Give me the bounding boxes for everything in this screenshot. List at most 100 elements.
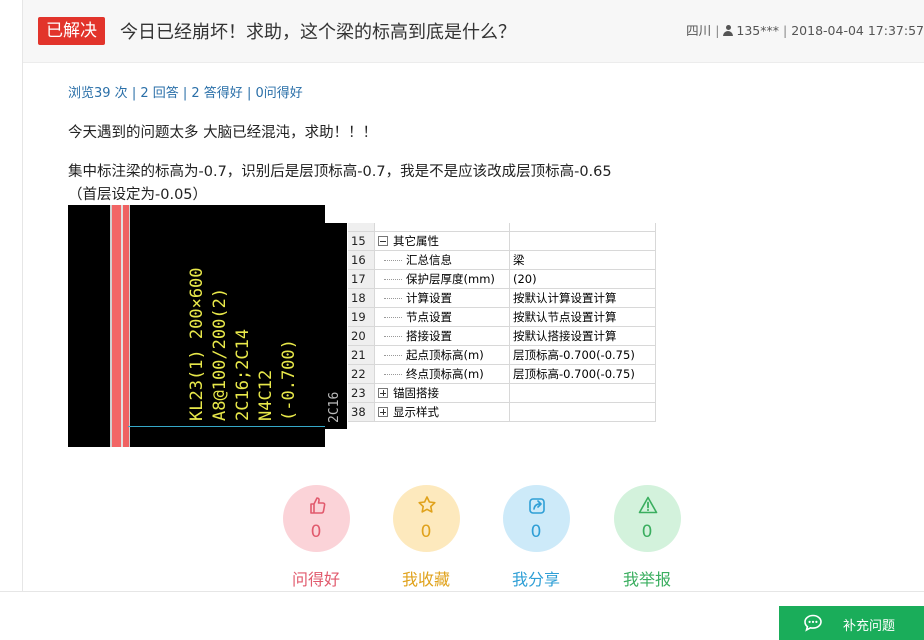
user-icon [723,25,734,36]
property-row[interactable]: 22 终点顶标高(m) 层顶标高-0.700(-0.75) [348,364,656,384]
cad-beam-annotation: KL23(1) 200×600 A8@100/200(2) 2C16;2C14 … [186,267,301,421]
action-circle[interactable]: 0 [392,485,460,552]
collapse-icon[interactable] [378,236,388,246]
action-label[interactable]: 问得好 [266,566,366,590]
property-row[interactable]: 38 显示样式 [348,402,656,422]
property-row-number: 15 [348,231,375,251]
supplement-question-label: 补充问题 [843,619,896,634]
action-label[interactable]: 我分享 [486,566,586,590]
asker-name[interactable]: 135*** [736,23,779,38]
question-body-line-2: 集中标注梁的标高为-0.7，识别后是层顶标高-0.7，我是不是应该改成层顶标高-… [68,164,612,180]
property-row[interactable]: 19 节点设置 按默认节点设置计算 [348,307,656,327]
tree-connector [384,259,402,262]
tree-connector [384,316,402,319]
property-name: 起点顶标高(m) [374,345,510,365]
good-answers-count[interactable]: 2 答得好 [191,86,242,101]
property-value[interactable]: 层顶标高-0.700(-0.75) [509,345,656,365]
property-row[interactable]: 15 其它属性 [348,231,656,251]
question-meta: 四川 | 135*** | 2018-04-04 17:37:57 [686,23,924,38]
action-count: 0 [420,522,432,542]
property-row-number: 38 [348,402,375,422]
action-count: 0 [310,522,322,542]
property-name: 锚固搭接 [374,383,510,403]
solved-badge: 已解决 [38,17,105,45]
property-name: 搭接设置 [374,326,510,346]
action-circle[interactable]: 0 [613,485,681,552]
cad-line-2: A8@100/200(2) [210,287,230,421]
property-row-number: 19 [348,307,375,327]
cad-partial-text: 2C16 [327,391,342,423]
tree-connector [384,354,402,357]
property-row-number: 18 [348,288,375,308]
question-page: 四川 | 135*** | 2018-04-04 17:37:57 已解决 今日已经崩坏… [0,0,924,640]
property-row-number: 22 [348,364,375,384]
left-divider [22,0,23,592]
chat-icon [804,614,822,632]
answers-count[interactable]: 2 回答 [140,86,178,101]
property-row[interactable]: 17 保护层厚度(mm) (20) [348,269,656,289]
region-label: 四川 [686,23,712,38]
property-name-text: 显示样式 [393,405,439,419]
property-name: 节点设置 [374,307,510,327]
property-name-text: 其它属性 [393,234,439,248]
cad-line-4: N4C12 [256,369,276,421]
property-name: 其它属性 [374,231,510,251]
asked-good-count[interactable]: 0问得好 [255,86,302,101]
action-label[interactable]: 我收藏 [376,566,476,590]
share-icon [528,498,545,514]
cad-line-1: KL23(1) 200×600 [187,267,207,421]
tree-connector [384,297,402,300]
question-title: 今日已经崩坏！求助，这个梁的标高到底是什么？ [120,22,516,43]
property-value[interactable]: 按默认计算设置计算 [509,288,656,308]
favorite-button[interactable]: 0 我收藏 [376,485,476,590]
property-value[interactable]: 按默认节点设置计算 [509,307,656,327]
property-value[interactable]: 梁 [509,250,656,270]
share-button[interactable]: 0 我分享 [486,485,586,590]
property-name-text: 锚固搭接 [393,386,439,400]
property-value[interactable] [509,383,656,403]
property-value[interactable] [509,402,656,422]
property-row-number: 16 [348,250,375,270]
property-row-number: 23 [348,383,375,403]
property-row[interactable]: 18 计算设置 按默认计算设置计算 [348,288,656,308]
property-name: 显示样式 [374,402,510,422]
property-name: 汇总信息 [374,250,510,270]
property-value[interactable]: 按默认搭接设置计算 [509,326,656,346]
cad-drawing-fragment: 2C16 [325,223,347,429]
cad-drawing: KL23(1) 200×600 A8@100/200(2) 2C16;2C14 … [68,205,325,447]
cad-line-5: (-0.700) [279,339,299,421]
property-row-number: 20 [348,326,375,346]
property-name-text: 终点顶标高(m) [406,367,484,381]
property-row[interactable]: 21 起点顶标高(m) 层顶标高-0.700(-0.75) [348,345,656,365]
property-row[interactable]: 16 汇总信息 梁 [348,250,656,270]
question-stats: 浏览39 次 | 2 回答 | 2 答得好 | 0问得好 [68,86,303,101]
report-button[interactable]: 0 我举报 [597,485,697,590]
tree-connector [384,278,402,281]
expand-icon[interactable] [378,388,388,398]
property-row[interactable]: 20 搭接设置 按默认搭接设置计算 [348,326,656,346]
action-circle[interactable]: 0 [282,485,350,552]
views-count: 浏览39 次 [68,86,128,101]
action-count: 0 [641,522,653,542]
star-icon [417,496,436,513]
expand-icon[interactable] [378,407,388,417]
property-name-text: 保护层厚度(mm) [406,272,495,286]
action-label[interactable]: 我举报 [597,566,697,590]
property-value[interactable]: (20) [509,269,656,289]
question-body-line-1: 今天遇到的问题太多 大脑已经混沌，求助！！！ [68,125,378,141]
property-value[interactable] [509,231,656,251]
timestamp: 2018-04-04 17:37:57 [791,23,924,38]
cad-line-3: 2C16;2C14 [233,328,253,421]
tree-connector [384,373,402,376]
action-circle[interactable]: 0 [502,485,570,552]
property-value[interactable]: 层顶标高-0.700(-0.75) [509,364,656,384]
property-row-number: 17 [348,269,375,289]
bottom-divider [0,591,924,592]
property-name-text: 计算设置 [406,291,452,305]
property-name-text: 汇总信息 [406,253,452,267]
action-count: 0 [530,522,542,542]
property-row[interactable]: 23 锚固搭接 [348,383,656,403]
like-button[interactable]: 0 问得好 [266,485,366,590]
supplement-question-button[interactable]: 补充问题 [779,606,924,640]
attached-screenshot[interactable]: KL23(1) 200×600 A8@100/200(2) 2C16;2C14 … [68,205,658,447]
